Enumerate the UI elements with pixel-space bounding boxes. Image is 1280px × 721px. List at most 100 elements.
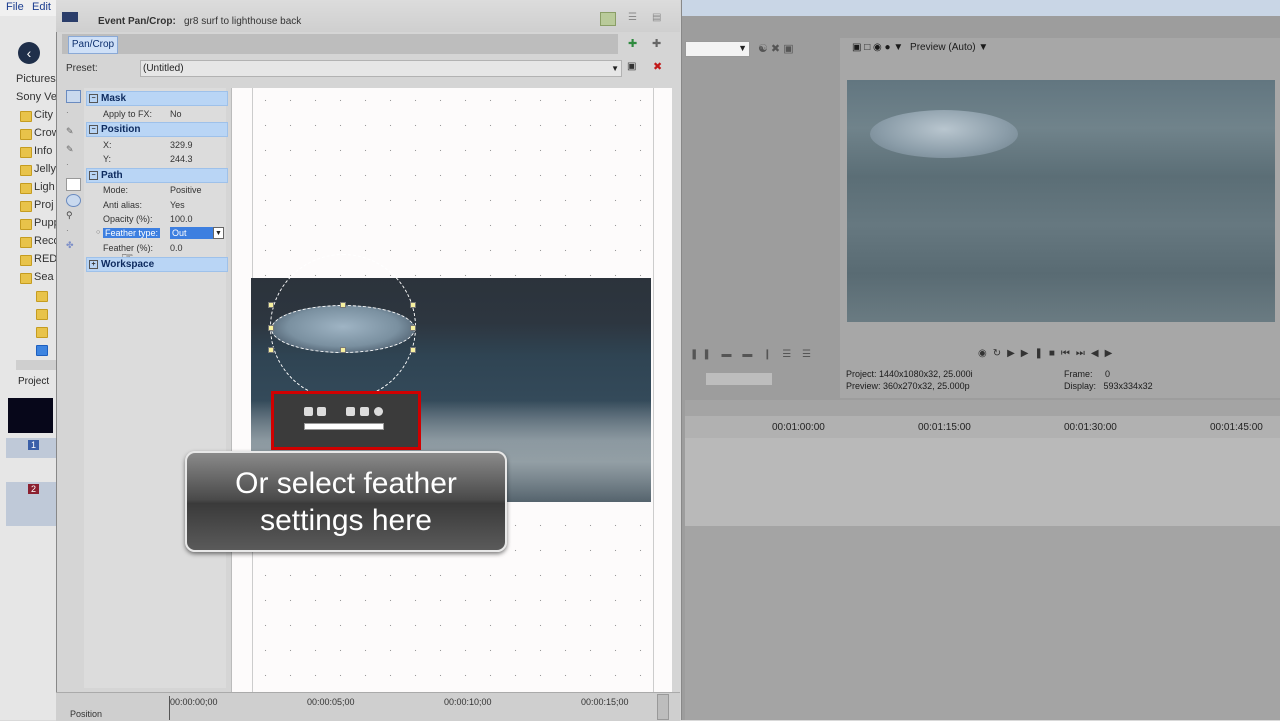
zoom-controls-highlight <box>271 391 421 450</box>
rectangle-tool-icon[interactable] <box>66 178 81 191</box>
tool-column: · ✎ ✎ · ⚲ · ✤ <box>62 88 82 268</box>
layout-icon[interactable]: ▤ <box>652 12 661 23</box>
crop-icon[interactable] <box>360 407 369 416</box>
collapse-icon[interactable]: − <box>89 94 98 103</box>
zoom-in-icon[interactable] <box>304 407 313 416</box>
section-mask[interactable]: − Mask <box>86 91 228 106</box>
mask-handle[interactable] <box>340 302 346 308</box>
playhead[interactable] <box>169 696 170 720</box>
chevron-down-icon: ▼ <box>611 64 619 73</box>
explorer-item[interactable]: Proj <box>34 199 54 211</box>
callout-line: Or select feather <box>235 467 457 500</box>
preview-mode[interactable]: Preview (Auto) <box>910 42 976 53</box>
x-value[interactable]: 329.9 <box>170 140 193 150</box>
anchor-tool-icon[interactable]: · <box>66 108 79 119</box>
transport-controls[interactable]: ◉↻▶▶❚■⏮⏭◀▶ <box>978 348 1118 359</box>
sync-cursor-icon[interactable] <box>600 12 616 26</box>
section-position[interactable]: − Position <box>86 122 228 137</box>
snap-tool-icon[interactable]: ✤ <box>66 240 79 251</box>
delete-preset-icon[interactable]: ✖ <box>653 60 662 73</box>
mask-handle[interactable] <box>268 325 274 331</box>
callout-line: settings here <box>260 504 432 537</box>
ellipse-tool-icon[interactable] <box>66 194 81 207</box>
move-icon[interactable]: ✚ <box>652 37 661 50</box>
frame-info: Frame: 0 <box>1064 369 1111 379</box>
apply-to-fx-value[interactable]: No <box>170 109 182 119</box>
explorer-item[interactable]: Jelly <box>34 163 56 175</box>
fit-icon[interactable] <box>346 407 355 416</box>
chevron-down-icon[interactable]: ▼ <box>978 42 988 53</box>
opacity-value[interactable]: 100.0 <box>170 214 193 224</box>
save-preset-icon[interactable]: ▣ <box>627 61 636 72</box>
anti-alias-value[interactable]: Yes <box>170 200 185 210</box>
collapse-icon[interactable]: − <box>89 125 98 134</box>
preview-toolbar: ▣ □ ◉ ● ▼ Preview (Auto) ▼ <box>852 42 988 53</box>
pen-add-tool-icon[interactable]: ✎ <box>66 144 79 155</box>
mask-handle[interactable] <box>410 347 416 353</box>
folder-icon <box>20 273 32 284</box>
apply-to-fx-label: Apply to FX: <box>103 109 153 119</box>
mask-ellipse[interactable] <box>271 305 415 353</box>
preview-settings-icon[interactable]: ▣ □ ◉ ● ▼ <box>852 42 903 53</box>
dialog-scrollbar[interactable] <box>657 694 669 720</box>
tick-label: 00:00:00;00 <box>170 697 218 707</box>
pen-tool-icon[interactable]: ✎ <box>66 126 79 137</box>
collapse-icon[interactable]: − <box>89 171 98 180</box>
section-workspace[interactable]: + Workspace <box>86 257 228 272</box>
timeline-track-area[interactable] <box>685 438 1280 526</box>
explorer-item[interactable]: City <box>34 109 53 121</box>
track-number: 2 <box>28 484 40 494</box>
mask-handle[interactable] <box>268 302 274 308</box>
section-path[interactable]: − Path <box>86 168 228 183</box>
feather-percent-value[interactable]: 0.0 <box>170 243 183 253</box>
zoom-out-icon[interactable] <box>317 407 326 416</box>
dropdown[interactable]: ▼ <box>685 41 750 57</box>
explorer-item[interactable]: Sony Ve <box>16 91 57 103</box>
chevron-down-icon[interactable]: ▼ <box>213 227 224 239</box>
explorer-item[interactable]: Sea <box>34 271 54 283</box>
tick-label: 00:00:05;00 <box>307 697 355 707</box>
track-header: 1 <box>6 438 56 458</box>
mask-handle[interactable] <box>410 325 416 331</box>
opacity-label: Opacity (%): <box>103 214 153 224</box>
menu-file[interactable]: File <box>6 1 24 13</box>
mask-handle[interactable] <box>340 347 346 353</box>
preset-dropdown[interactable]: (Untitled) ▼ <box>140 60 622 77</box>
toolbar-icons[interactable]: ☯ ✖ ▣ <box>758 42 794 55</box>
back-icon[interactable]: ‹ <box>18 42 40 64</box>
mode-value[interactable]: Positive <box>170 185 202 195</box>
menu-edit[interactable]: Edit <box>32 1 51 13</box>
normal-edit-tool-icon[interactable] <box>66 90 81 103</box>
tab-pancrop[interactable]: Pan/Crop <box>68 36 118 54</box>
explorer-scrollbar[interactable] <box>16 360 56 370</box>
expand-icon[interactable]: + <box>89 260 98 269</box>
rotate-icon[interactable] <box>374 407 383 416</box>
folder-icon <box>20 201 32 212</box>
layout-icon[interactable]: ☰ <box>628 12 637 23</box>
keyframe-dot-icon: ○ <box>96 229 101 236</box>
explorer-item[interactable]: Ligh <box>34 181 55 193</box>
tab-project[interactable]: Project <box>18 376 49 387</box>
zoom-slider[interactable] <box>304 423 384 430</box>
x-label: X: <box>103 140 112 150</box>
mask-handle[interactable] <box>410 302 416 308</box>
explorer-item[interactable]: Info <box>34 145 52 157</box>
dialog-titlebar: Event Pan/Crop: gr8 surf to lighthouse b… <box>56 0 680 32</box>
folder-icon <box>36 309 48 320</box>
window-titlebar <box>680 0 1280 16</box>
mask-handle[interactable] <box>268 347 274 353</box>
tick-label: 00:01:15:00 <box>918 422 971 433</box>
hand-tool-icon[interactable]: · <box>66 226 79 237</box>
folder-icon <box>20 165 32 176</box>
preview-info: Preview: 360x270x32, 25.000p <box>846 381 970 391</box>
split-tool-icon[interactable]: · <box>66 160 79 171</box>
explorer-item[interactable]: Pictures <box>16 73 56 85</box>
dialog-title-label: Event Pan/Crop: <box>98 16 176 27</box>
add-icon[interactable]: ✚ <box>628 37 637 50</box>
trimmer-toolbar[interactable]: ❚❚ ▬ ▬ ❙ ☰ ☰ <box>690 349 815 360</box>
tick-label: 00:00:15;00 <box>581 697 629 707</box>
zoom-tool-icon[interactable]: ⚲ <box>66 210 79 221</box>
y-value[interactable]: 244.3 <box>170 154 193 164</box>
explorer-item[interactable]: RED <box>34 253 57 265</box>
feather-type-dropdown[interactable]: Out ▼ <box>170 227 224 239</box>
